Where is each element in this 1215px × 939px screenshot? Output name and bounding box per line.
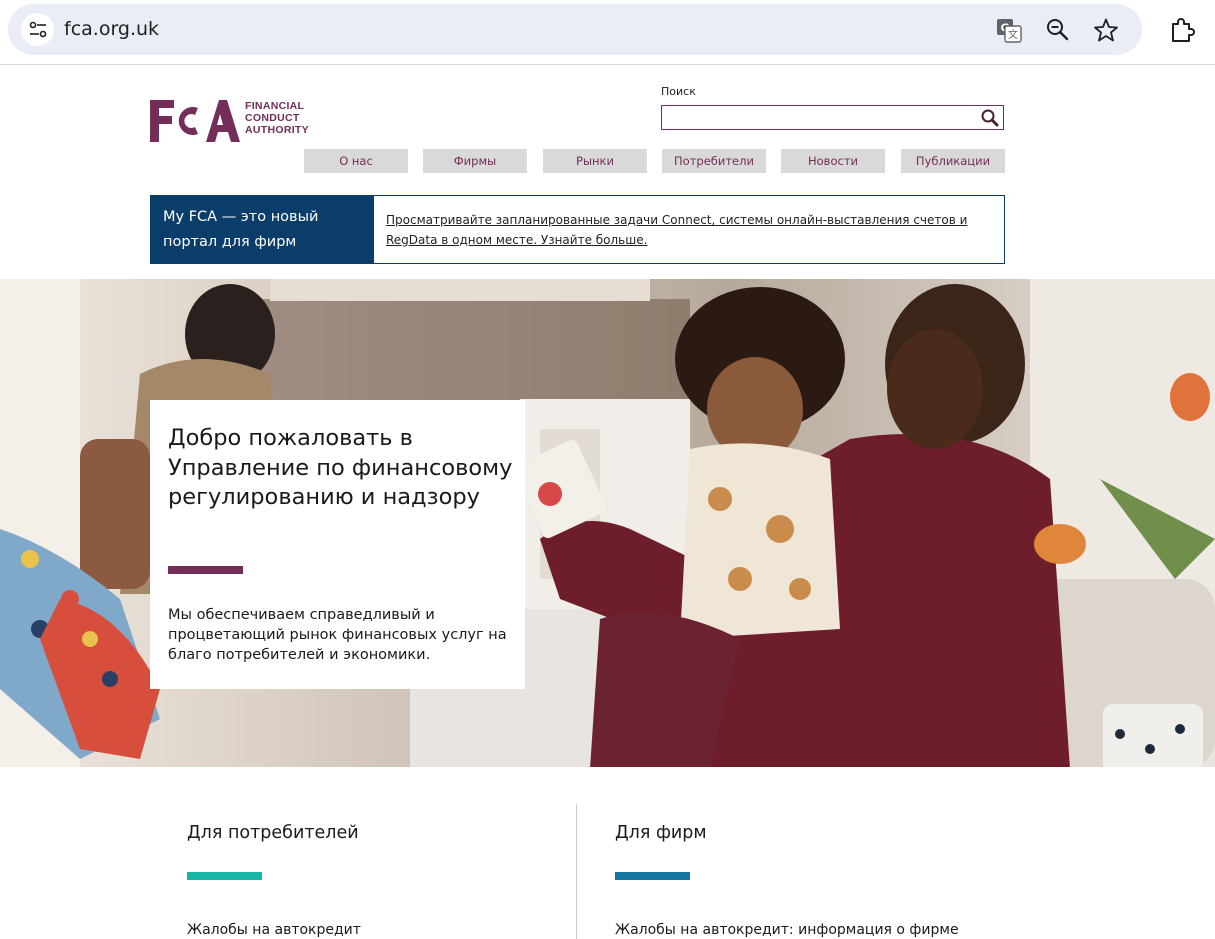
banner-heading: My FCA — это новый портал для фирм	[151, 196, 374, 263]
search-label: Поиск	[661, 85, 696, 98]
hero-accent-bar	[168, 566, 243, 574]
hero-section: Добро пожаловать в Управление по финансо…	[0, 279, 1215, 767]
my-fca-banner: My FCA — это новый портал для фирм Просм…	[150, 195, 1005, 264]
nav-item-publications[interactable]: Публикации	[901, 149, 1005, 173]
search-input[interactable]	[662, 106, 972, 128]
browser-toolbar: fca.org.uk G 文	[0, 0, 1215, 65]
translate-icon[interactable]: G 文	[996, 17, 1022, 43]
nav-item-markets[interactable]: Рынки	[543, 149, 647, 173]
extensions-icon[interactable]	[1168, 16, 1196, 44]
nav-item-firms[interactable]: Фирмы	[423, 149, 527, 173]
banner-link[interactable]: Просматривайте запланированные задачи Co…	[386, 210, 986, 250]
consumers-link-car-finance[interactable]: Жалобы на автокредит	[187, 922, 361, 938]
firms-section-title: Для фирм	[615, 823, 707, 843]
fca-logo[interactable]: FINANCIAL CONDUCT AUTHORITY	[150, 98, 310, 144]
column-divider	[576, 804, 577, 939]
firms-accent-bar	[615, 872, 690, 880]
logo-wordmark: FINANCIAL CONDUCT AUTHORITY	[245, 100, 309, 136]
consumers-accent-bar	[187, 872, 262, 880]
hero-title: Добро пожаловать в Управление по финансо…	[168, 425, 513, 510]
zoom-icon[interactable]	[1045, 17, 1071, 43]
search-button[interactable]	[980, 108, 1000, 128]
nav-item-news[interactable]: Новости	[781, 149, 885, 173]
svg-text:文: 文	[1008, 28, 1018, 41]
search-field[interactable]	[661, 105, 1004, 130]
hero-card: Добро пожаловать в Управление по финансо…	[150, 400, 525, 689]
nav-item-consumers[interactable]: Потребители	[662, 149, 766, 173]
site-info-icon[interactable]	[21, 13, 54, 46]
search-icon	[981, 109, 999, 127]
bookmark-star-icon[interactable]	[1093, 17, 1119, 43]
hero-description: Мы обеспечиваем справедливый и процветаю…	[168, 607, 507, 663]
firms-link-car-finance[interactable]: Жалобы на автокредит: информация о фирме	[615, 922, 959, 938]
address-bar[interactable]: fca.org.uk G 文	[8, 4, 1142, 55]
url-text[interactable]: fca.org.uk	[64, 18, 159, 40]
nav-item-about[interactable]: О нас	[304, 149, 408, 173]
consumers-section-title: Для потребителей	[187, 823, 359, 843]
